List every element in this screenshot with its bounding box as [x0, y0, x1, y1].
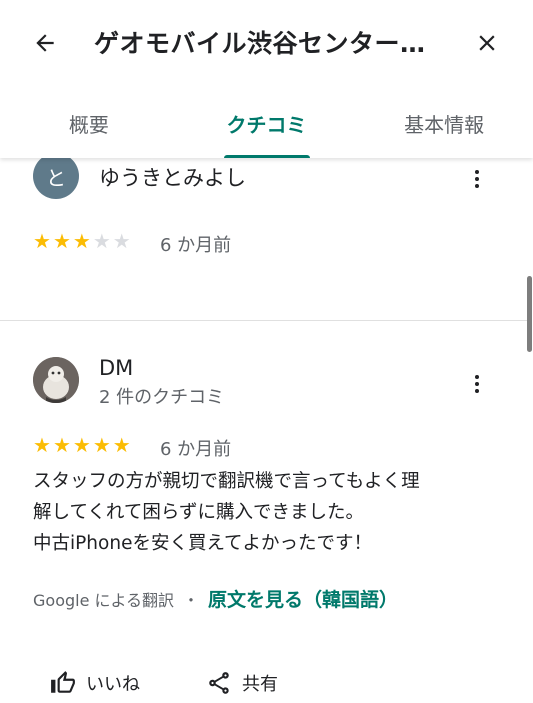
panel-header: ゲオモバイル渋谷センター… 概要 クチコミ 基本情報 [0, 0, 533, 158]
star-rating: ★ ★ ★ ★ ★ [33, 435, 131, 455]
translation-info: Google による翻訳 ・ 原文を見る（韓国語） [33, 585, 398, 612]
close-button[interactable] [470, 26, 504, 60]
tab-reviews[interactable]: クチコミ [178, 100, 356, 158]
scrollbar-track[interactable] [527, 158, 533, 703]
tab-about[interactable]: 基本情報 [355, 100, 533, 158]
review-actions: いいね 共有 [0, 670, 527, 703]
tab-overview-label: 概要 [68, 113, 109, 137]
avatar[interactable] [33, 357, 79, 403]
active-tab-indicator [223, 155, 310, 158]
thumb-up-icon [51, 671, 75, 693]
tab-overview[interactable]: 概要 [0, 100, 178, 158]
review-text-line: 中古iPhoneを安く買えてよかったです！ [33, 533, 373, 554]
star-filled-icon: ★ [112, 433, 131, 457]
tab-bar: 概要 クチコミ 基本情報 [0, 100, 533, 158]
separator-dot: ・ [183, 590, 200, 610]
reviewer-review-count: 2 件のクチコミ [99, 387, 225, 408]
like-label: いいね [86, 674, 140, 695]
translation-note: Google による翻訳 [33, 590, 175, 610]
review-text-line: 解してくれて困らずに購入できました。 [33, 502, 364, 523]
share-label: 共有 [242, 674, 278, 695]
star-filled-icon: ★ [33, 433, 51, 457]
review-text-line: スタッフの方が親切で翻訳機で言ってもよく理 [33, 471, 420, 492]
star-filled-icon: ★ [52, 433, 71, 457]
profile-photo-icon [33, 357, 79, 403]
more-vert-icon-dot [475, 382, 479, 386]
share-button[interactable]: 共有 [206, 670, 278, 696]
share-icon [209, 672, 229, 694]
like-button[interactable]: いいね [50, 670, 140, 696]
scrollbar-thumb[interactable] [527, 276, 532, 352]
star-filled-icon: ★ [72, 433, 91, 457]
see-original-link[interactable]: 原文を見る（韓国語） [208, 585, 398, 612]
star-filled-icon: ★ [92, 433, 111, 457]
review-time: 6 か月前 [160, 439, 232, 460]
close-icon [479, 35, 495, 51]
arrow-left-icon [36, 34, 54, 52]
more-vert-icon [475, 375, 479, 379]
tab-about-label: 基本情報 [404, 113, 485, 137]
more-options-button[interactable] [463, 370, 491, 398]
reviewer-name[interactable]: DM [99, 356, 133, 380]
back-button[interactable] [28, 26, 62, 60]
more-vert-icon-dot [475, 389, 479, 393]
place-title: ゲオモバイル渋谷センター… [94, 29, 426, 58]
tab-reviews-label: クチコミ [226, 113, 307, 137]
review-text: スタッフの方が親切で翻訳機で言ってもよく理 解してくれて困らずに購入できました。… [33, 466, 493, 559]
